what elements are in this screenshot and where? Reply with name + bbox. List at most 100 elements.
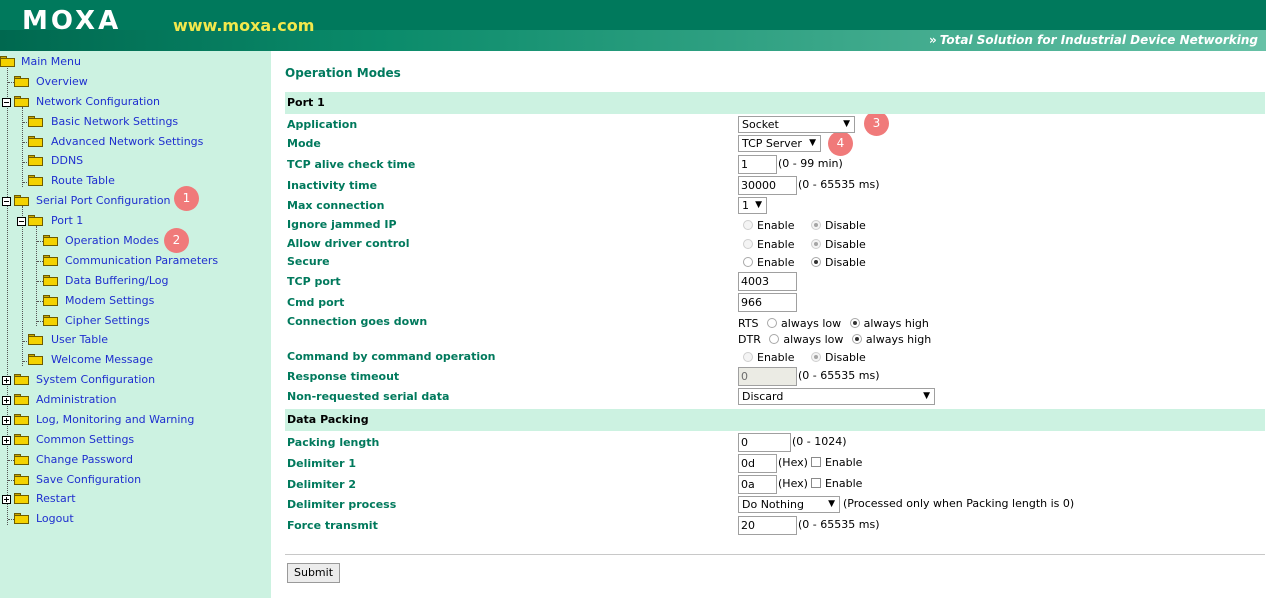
cmd-port-label: Cmd port xyxy=(287,296,345,309)
tagline: » Total Solution for Industrial Device Ne… xyxy=(929,31,1258,49)
allow-driver-enable-radio[interactable]: Enable xyxy=(743,236,794,254)
option-label: Disable xyxy=(824,351,866,364)
collapse-icon[interactable] xyxy=(17,217,26,226)
sidebar-item-label: Advanced Network Settings xyxy=(51,135,204,148)
delimiter2-input[interactable]: 0a xyxy=(738,475,777,494)
sidebar-item-label: Basic Network Settings xyxy=(51,115,179,128)
cmd-by-cmd-disable-radio[interactable]: Disable xyxy=(810,349,866,367)
delimiter2-label: Delimiter 2 xyxy=(287,478,356,491)
dropdown-arrow-icon: ▼ xyxy=(809,138,816,148)
hex-hint: (Hex) xyxy=(778,477,808,490)
dropdown-arrow-icon: ▼ xyxy=(923,391,930,401)
tree-line xyxy=(22,206,23,366)
folder-icon xyxy=(14,76,29,87)
allow-driver-disable-radio[interactable]: Disable xyxy=(810,236,866,254)
sidebar-item-label: System Configuration xyxy=(36,373,156,386)
cmd-by-cmd-label: Command by command operation xyxy=(287,350,496,363)
application-select[interactable]: Socket ▼ xyxy=(738,116,855,133)
delimiter-process-hint: (Processed only when Packing length is 0… xyxy=(843,497,1075,510)
radio-icon xyxy=(810,239,821,249)
force-transmit-label: Force transmit xyxy=(287,519,378,532)
option-label: always high xyxy=(865,333,932,346)
submit-button[interactable]: Submit xyxy=(287,563,340,583)
folder-icon xyxy=(14,394,29,405)
secure-enable-radio[interactable]: Enable xyxy=(743,254,794,272)
response-timeout-input[interactable]: 0 xyxy=(738,367,797,386)
packing-length-input[interactable]: 0 xyxy=(738,433,791,452)
dtr-always-high-radio[interactable]: always high xyxy=(851,331,932,349)
sidebar-item-label: Operation Modes xyxy=(65,234,159,247)
ignore-jammed-disable-radio[interactable]: Disable xyxy=(810,217,866,235)
inactivity-input[interactable]: 30000 xyxy=(738,176,797,195)
expand-icon[interactable] xyxy=(2,495,11,504)
section-data-packing: Data Packing xyxy=(285,409,1265,431)
cmd-port-input[interactable]: 966 xyxy=(738,293,797,312)
folder-icon xyxy=(14,374,29,385)
radio-icon xyxy=(743,220,753,230)
folder-icon xyxy=(43,255,58,266)
mode-select[interactable]: TCP Server ▼ xyxy=(738,135,821,152)
option-label: always high xyxy=(863,317,929,330)
radio-icon xyxy=(743,352,753,362)
delimiter1-enable-checkbox[interactable] xyxy=(810,457,821,467)
double-chevron-icon: » xyxy=(929,33,937,47)
expand-icon[interactable] xyxy=(2,436,11,445)
expand-icon[interactable] xyxy=(2,396,11,405)
collapse-icon[interactable] xyxy=(2,197,11,206)
step-badge-1: 1 xyxy=(174,186,199,211)
packing-length-hint: (0 - 1024) xyxy=(792,435,847,448)
folder-icon xyxy=(14,454,29,465)
folder-icon xyxy=(14,493,29,504)
hex-hint: (Hex) xyxy=(778,456,808,469)
delimiter2-options: (Hex) Enable xyxy=(778,475,862,493)
non-requested-value: Discard xyxy=(742,390,784,403)
tagline-text: Total Solution for Industrial Device Net… xyxy=(939,33,1258,47)
step-badge-2: 2 xyxy=(164,228,189,253)
response-timeout-hint: (0 - 65535 ms) xyxy=(798,369,880,382)
ignore-jammed-enable-radio[interactable]: Enable xyxy=(743,217,794,235)
expand-icon[interactable] xyxy=(2,376,11,385)
folder-icon xyxy=(14,434,29,445)
force-transmit-input[interactable]: 20 xyxy=(738,516,797,535)
main-content: Operation Modes Port 1 Application Socke… xyxy=(271,51,1266,598)
delimiter1-label: Delimiter 1 xyxy=(287,457,356,470)
tree-line xyxy=(22,107,23,187)
delimiter-process-select[interactable]: Do Nothing ▼ xyxy=(738,496,840,513)
dropdown-arrow-icon: ▼ xyxy=(828,499,835,509)
dtr-options: DTR always low always high xyxy=(738,331,931,349)
folder-icon xyxy=(28,136,43,147)
cmd-by-cmd-enable-radio[interactable]: Enable xyxy=(743,349,794,367)
max-connection-select[interactable]: 1 ▼ xyxy=(738,197,767,214)
divider xyxy=(285,554,1265,555)
allow-driver-label: Allow driver control xyxy=(287,237,410,250)
tcp-port-input[interactable]: 4003 xyxy=(738,272,797,291)
folder-icon xyxy=(28,116,43,127)
sidebar-item-label: Overview xyxy=(36,75,88,88)
secure-disable-radio[interactable]: Disable xyxy=(810,254,866,272)
delimiter2-enable-checkbox[interactable] xyxy=(810,478,821,488)
tcp-alive-input[interactable]: 1 xyxy=(738,155,777,174)
non-requested-select[interactable]: Discard ▼ xyxy=(738,388,935,405)
sidebar-item-label: Change Password xyxy=(36,453,133,466)
option-label: always low xyxy=(781,317,842,330)
delimiter1-options: (Hex) Enable xyxy=(778,454,862,472)
rts-label: RTS xyxy=(738,317,759,330)
expand-icon[interactable] xyxy=(2,416,11,425)
sidebar-item-label: Network Configuration xyxy=(36,95,161,108)
folder-icon xyxy=(43,235,58,246)
folder-icon xyxy=(28,354,43,365)
collapse-icon[interactable] xyxy=(2,98,11,107)
sidebar-item-label: User Table xyxy=(51,333,109,346)
force-transmit-hint: (0 - 65535 ms) xyxy=(798,518,880,531)
site-url: www.moxa.com xyxy=(173,16,315,35)
delimiter-process-value: Do Nothing xyxy=(742,498,804,511)
sidebar-item-label: DDNS xyxy=(51,154,84,167)
sidebar-item-label: Port 1 xyxy=(51,214,84,227)
inactivity-hint: (0 - 65535 ms) xyxy=(798,178,880,191)
sidebar-item-label: Route Table xyxy=(51,174,115,187)
delimiter1-input[interactable]: 0d xyxy=(738,454,777,473)
allow-driver-options: Enable Disable xyxy=(743,236,866,254)
dtr-always-low-radio[interactable]: always low xyxy=(769,331,843,349)
enable-label: Enable xyxy=(824,456,863,469)
secure-options: Enable Disable xyxy=(743,254,866,272)
